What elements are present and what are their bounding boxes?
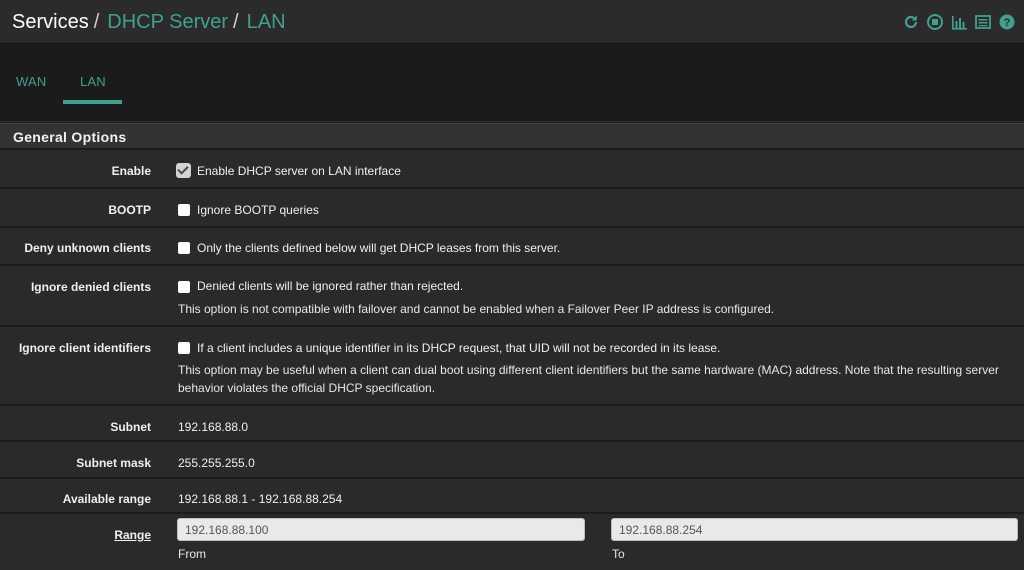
tab-wan[interactable]: WAN [16,74,46,89]
breadcrumb-lan[interactable]: LAN [247,11,286,33]
breadcrumb-services: Services [12,11,89,33]
range-from-input[interactable]: 192.168.88.100 [177,518,585,541]
ignore-client-ids-row: Ignore client identifiers If a client in… [0,327,1024,405]
ignore-client-ids-help: This option may be useful when a client … [178,363,999,395]
enable-text: Enable DHCP server on LAN interface [197,164,401,178]
ignore-denied-help: This option is not compatible with failo… [178,302,775,316]
breadcrumb-dhcp-server[interactable]: DHCP Server [107,11,228,33]
svg-text:?: ? [1004,17,1011,29]
subnet-mask-row: Subnet mask 255.255.255.0 [0,442,1024,478]
range-label-link[interactable]: Range [114,528,151,542]
ignore-client-ids-label: Ignore client identifiers [18,341,151,355]
status-chart-icon[interactable] [950,13,968,31]
available-range-row: Available range 192.168.88.1 - 192.168.8… [0,479,1024,513]
reload-icon[interactable] [902,13,920,31]
subnet-value: 192.168.88.0 [178,420,249,434]
bootp-row: BOOTP Ignore BOOTP queries [0,189,1024,227]
subnet-mask-label: Subnet mask [76,456,151,470]
range-to-input[interactable]: 192.168.88.254 [611,518,1018,541]
subnet-label: Subnet [110,420,151,434]
ignore-denied-row: Ignore denied clients Denied clients wil… [0,266,1024,326]
ignore-denied-label: Ignore denied clients [30,280,151,294]
subnet-mask-value: 255.255.255.0 [178,456,255,470]
range-from-label: From [178,547,206,561]
deny-unknown-label: Deny unknown clients [24,241,151,255]
deny-unknown-text: Only the clients defined below will get … [197,241,561,255]
subnet-row: Subnet 192.168.88.0 [0,406,1024,441]
header-toolbar: ? [902,13,1016,31]
enable-checkbox[interactable] [176,163,191,178]
enable-row: Enable Enable DHCP server on LAN interfa… [0,150,1024,188]
ignore-client-ids-text: If a client includes a unique identifier… [197,341,721,355]
section-title: General Options [0,123,1024,149]
deny-unknown-row: Deny unknown clients Only the clients de… [0,228,1024,265]
bootp-text: Ignore BOOTP queries [197,203,319,217]
log-icon[interactable] [974,13,992,31]
available-range-label: Available range [62,492,151,506]
tab-lan[interactable]: LAN [80,74,106,89]
range-to-label: To [612,547,625,561]
ignore-denied-text: Denied clients will be ignored rather th… [197,279,464,293]
active-tab-indicator [63,100,122,104]
enable-label: Enable [111,164,151,178]
range-row: Range 192.168.88.100 From 192.168.88.254… [0,514,1024,570]
bootp-checkbox[interactable] [178,204,190,216]
breadcrumb-separator: / [233,11,239,33]
bootp-label: BOOTP [108,203,151,217]
ignore-denied-checkbox[interactable] [178,281,190,293]
available-range-value: 192.168.88.1 - 192.168.88.254 [178,492,343,506]
interface-tabs: WAN LAN [0,45,1024,122]
ignore-client-ids-checkbox[interactable] [178,342,190,354]
breadcrumb: Services / DHCP Server / LAN [12,10,286,34]
stop-icon[interactable] [926,13,944,31]
help-icon[interactable]: ? [998,13,1016,31]
header-bar: Services / DHCP Server / LAN ? [0,0,1024,44]
deny-unknown-checkbox[interactable] [178,242,190,254]
breadcrumb-separator: / [93,11,100,33]
